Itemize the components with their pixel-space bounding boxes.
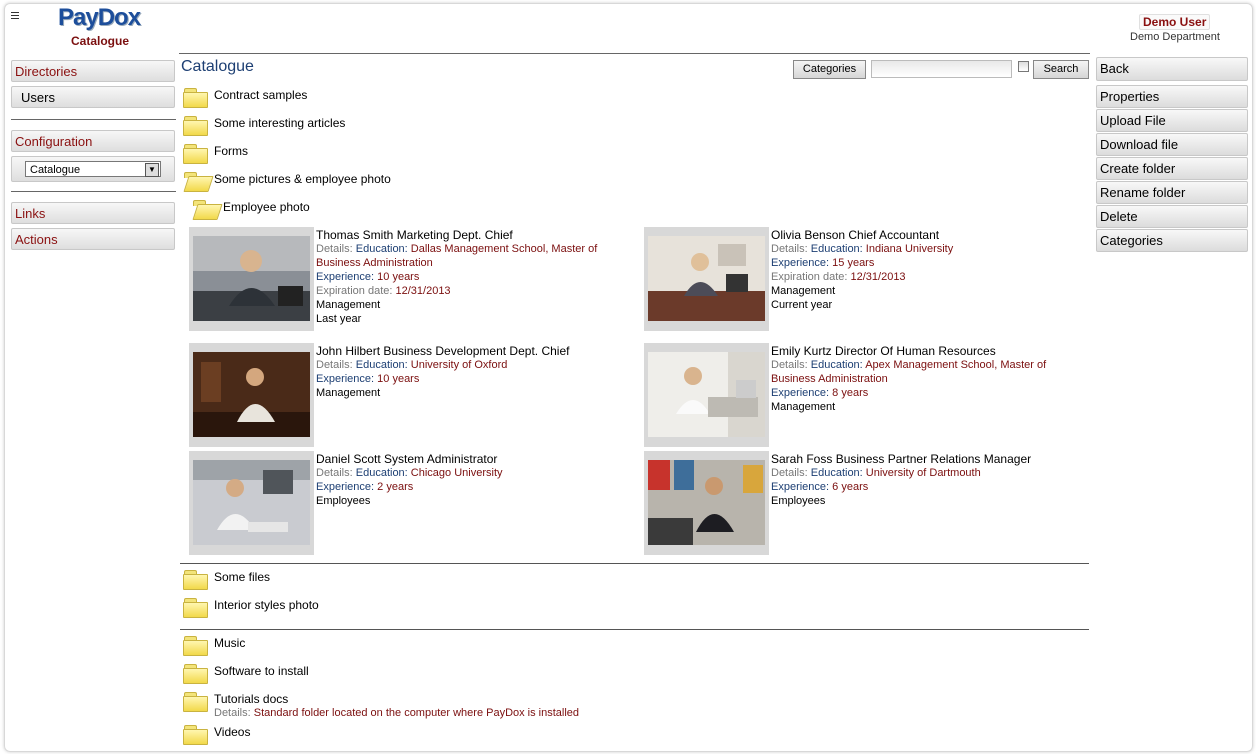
download-file-button[interactable]: Download file bbox=[1096, 133, 1248, 156]
categories-filter-button[interactable]: Categories bbox=[793, 60, 866, 79]
folder-link[interactable]: Music bbox=[214, 636, 245, 650]
catalogue-select-value: Catalogue bbox=[30, 164, 81, 176]
employee-education: Details: Education: University of Dartmo… bbox=[771, 467, 981, 479]
folder-icon[interactable] bbox=[183, 598, 209, 618]
categories-button[interactable]: Categories bbox=[1096, 229, 1248, 252]
folder-icon[interactable] bbox=[183, 692, 209, 712]
employee-expiration: Expiration date: 12/31/2013 bbox=[316, 285, 451, 297]
upload-file-button[interactable]: Upload File bbox=[1096, 109, 1248, 132]
page-title: Catalogue bbox=[181, 58, 254, 75]
folder-link[interactable]: Some interesting articles bbox=[214, 116, 345, 130]
nav-configuration[interactable]: Configuration bbox=[11, 130, 175, 152]
employee-photo-image bbox=[193, 236, 310, 321]
folder-icon[interactable] bbox=[183, 144, 209, 164]
employee-photo-image bbox=[648, 352, 765, 437]
employee-category: Management bbox=[771, 401, 836, 413]
create-folder-button[interactable]: Create folder bbox=[1096, 157, 1248, 180]
section-divider bbox=[180, 563, 1089, 564]
employee-photo[interactable] bbox=[189, 227, 314, 331]
open-folder-icon[interactable] bbox=[192, 200, 223, 220]
employee-name-link[interactable]: Olivia Benson Chief Accountant bbox=[771, 228, 939, 242]
employee-category: Employees bbox=[316, 495, 371, 507]
user-name-link[interactable]: Demo User bbox=[1139, 14, 1211, 30]
employee-experience: Experience: 6 years bbox=[771, 481, 869, 493]
folder-icon[interactable] bbox=[183, 636, 209, 656]
delete-button[interactable]: Delete bbox=[1096, 205, 1248, 228]
folder-icon[interactable] bbox=[183, 570, 209, 590]
employee-period: Last year bbox=[316, 313, 362, 325]
menu-icon[interactable] bbox=[11, 12, 19, 22]
section-divider bbox=[180, 629, 1089, 630]
folder-icon[interactable] bbox=[183, 116, 209, 136]
employee-photo-image bbox=[648, 236, 765, 321]
employee-experience: Experience: 10 years bbox=[316, 271, 420, 283]
properties-button[interactable]: Properties bbox=[1096, 85, 1248, 108]
nav-users[interactable]: Users bbox=[11, 86, 175, 108]
open-folder-icon[interactable] bbox=[183, 172, 214, 192]
folder-icon[interactable] bbox=[183, 664, 209, 684]
folder-icon[interactable] bbox=[183, 725, 209, 745]
employee-name-link[interactable]: John Hilbert Business Development Dept. … bbox=[316, 344, 569, 358]
folder-link[interactable]: Some pictures & employee photo bbox=[214, 172, 391, 186]
header-divider bbox=[179, 53, 1090, 54]
employee-education: Details: Education: Chicago University bbox=[316, 467, 503, 479]
employee-category: Management bbox=[771, 285, 836, 297]
employee-photo-image bbox=[193, 460, 310, 545]
nav-links[interactable]: Links bbox=[11, 202, 175, 224]
employee-education-cont: Business Administration bbox=[771, 373, 888, 385]
search-button[interactable]: Search bbox=[1033, 60, 1089, 79]
employee-name-link[interactable]: Sarah Foss Business Partner Relations Ma… bbox=[771, 452, 1031, 466]
dropdown-arrow-icon[interactable]: ▼ bbox=[145, 163, 159, 177]
employee-experience: Experience: 8 years bbox=[771, 387, 869, 399]
employee-category: Employees bbox=[771, 495, 826, 507]
employee-expiration: Expiration date: 12/31/2013 bbox=[771, 271, 906, 283]
employee-photo[interactable] bbox=[644, 227, 769, 331]
employee-education: Details: Education: Indiana University bbox=[771, 243, 954, 255]
employee-photo-image bbox=[193, 352, 310, 437]
back-button[interactable]: Back bbox=[1096, 57, 1248, 81]
catalogue-select-container: Catalogue ▼ bbox=[11, 156, 175, 182]
folder-link[interactable]: Forms bbox=[214, 144, 248, 158]
employee-name-link[interactable]: Emily Kurtz Director Of Human Resources bbox=[771, 344, 996, 358]
catalogue-select[interactable]: Catalogue ▼ bbox=[25, 161, 161, 177]
employee-photo[interactable] bbox=[644, 343, 769, 447]
folder-link[interactable]: Tutorials docs bbox=[214, 692, 288, 706]
employee-experience: Experience: 10 years bbox=[316, 373, 420, 385]
folder-link[interactable]: Contract samples bbox=[214, 88, 307, 102]
nav-divider bbox=[11, 191, 176, 192]
employee-education-cont: Business Administration bbox=[316, 257, 433, 269]
employee-experience: Experience: 2 years bbox=[316, 481, 414, 493]
employee-education: Details: Education: Apex Management Scho… bbox=[771, 359, 1047, 371]
nav-actions[interactable]: Actions bbox=[11, 228, 175, 250]
folder-link[interactable]: Some files bbox=[214, 570, 270, 584]
employee-photo-image bbox=[648, 460, 765, 545]
employee-category: Management bbox=[316, 387, 381, 399]
folder-details: Details: Standard folder located on the … bbox=[214, 707, 580, 719]
paydox-logo[interactable]: PayDox bbox=[58, 4, 141, 32]
folder-link[interactable]: Videos bbox=[214, 725, 250, 739]
rename-folder-button[interactable]: Rename folder bbox=[1096, 181, 1248, 204]
employee-experience: Experience: 15 years bbox=[771, 257, 875, 269]
folder-link[interactable]: Employee photo bbox=[223, 200, 310, 214]
search-input[interactable] bbox=[871, 60, 1012, 78]
folder-link[interactable]: Interior styles photo bbox=[214, 598, 319, 612]
nav-divider bbox=[11, 119, 176, 120]
employee-name-link[interactable]: Daniel Scott System Administrator bbox=[316, 452, 497, 466]
employee-photo[interactable] bbox=[189, 451, 314, 555]
search-checkbox[interactable] bbox=[1018, 61, 1029, 72]
employee-education: Details: Education: University of Oxford bbox=[316, 359, 508, 371]
nav-directories[interactable]: Directories bbox=[11, 60, 175, 82]
employee-photo[interactable] bbox=[644, 451, 769, 555]
employee-category: Management bbox=[316, 299, 381, 311]
employee-name-link[interactable]: Thomas Smith Marketing Dept. Chief bbox=[316, 228, 513, 242]
employee-photo[interactable] bbox=[189, 343, 314, 447]
folder-icon[interactable] bbox=[183, 88, 209, 108]
folder-link[interactable]: Software to install bbox=[214, 664, 309, 678]
user-department: Demo Department bbox=[1130, 31, 1220, 43]
section-name: Catalogue bbox=[71, 34, 130, 48]
employee-period: Current year bbox=[771, 299, 833, 311]
employee-education: Details: Education: Dallas Management Sc… bbox=[316, 243, 598, 255]
